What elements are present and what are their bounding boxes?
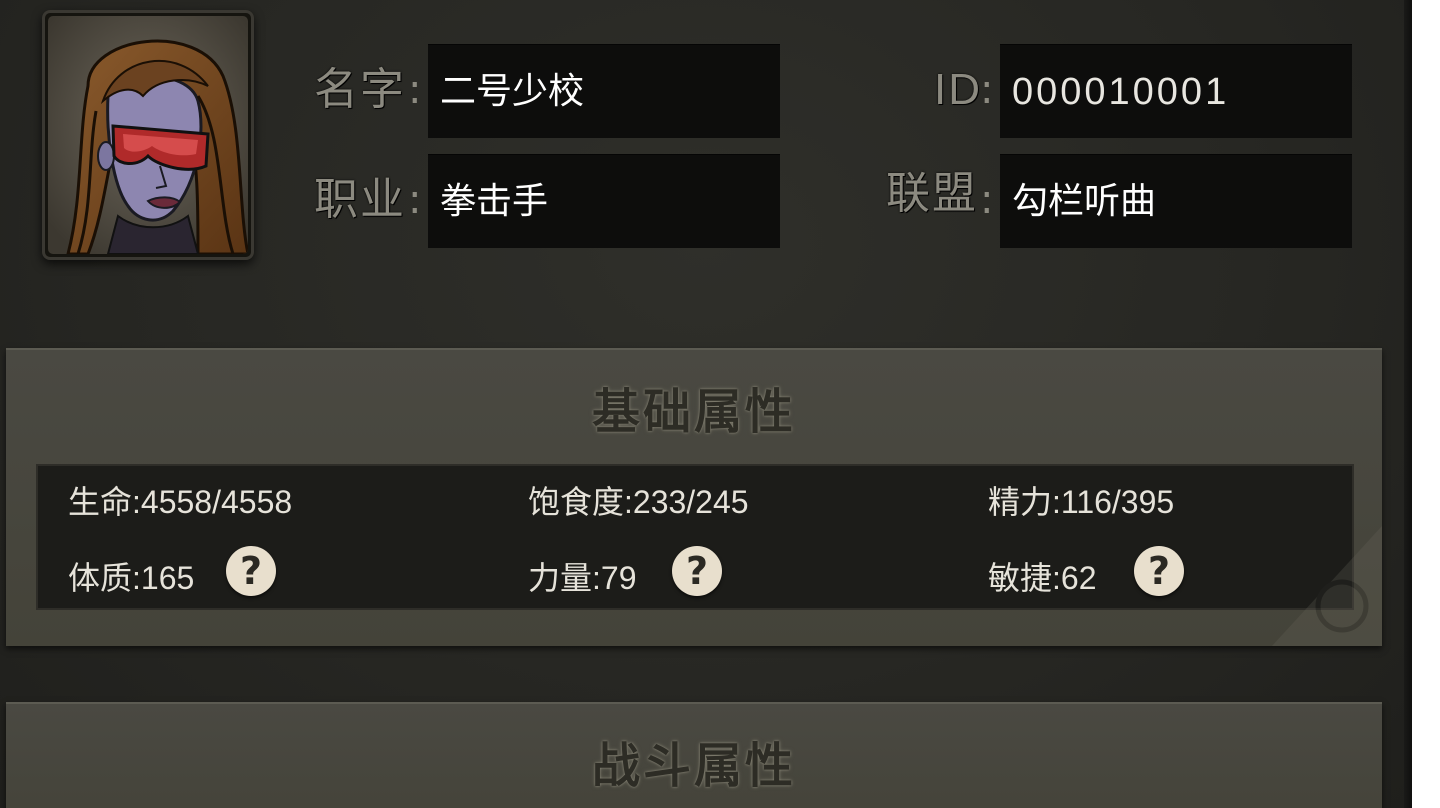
avatar xyxy=(42,10,254,260)
class-label: 职业 xyxy=(314,174,406,225)
screen-edge xyxy=(1404,0,1412,808)
id-field: 000010001 xyxy=(1000,44,1352,138)
basic-stats-box: 生命:4558/4558 饱食度:233/245 精力:116/395 体质:1… xyxy=(36,464,1354,610)
combat-attributes-panel: 战斗属性 xyxy=(6,702,1382,808)
stat-satiety: 饱食度:233/245 xyxy=(528,484,749,520)
stat-strength: 力量:79 xyxy=(528,560,637,596)
basic-attributes-title: 基础属性 xyxy=(591,384,796,440)
id-colon: : xyxy=(980,67,994,113)
agility-help-icon[interactable]: ? xyxy=(1134,546,1184,596)
stat-constitution: 体质:165 xyxy=(68,560,195,596)
name-label: 名字 xyxy=(314,64,406,115)
class-field: 拳击手 xyxy=(428,154,780,248)
combat-attributes-title: 战斗属性 xyxy=(591,738,796,794)
basic-attributes-panel: 基础属性 生命:4558/4558 饱食度:233/245 精力:116/395… xyxy=(6,348,1382,646)
name-field: 二号少校 xyxy=(428,44,780,138)
alliance-label: 联盟 xyxy=(886,168,978,219)
stat-energy: 精力:116/395 xyxy=(988,484,1175,520)
alliance-colon: : xyxy=(980,177,994,223)
id-label: ID xyxy=(934,65,982,114)
character-info-screen: 名字 : 二号少校 ID : 000010001 职业 : 拳击手 联盟 : 勾… xyxy=(0,0,1410,808)
corner-decoration-icon xyxy=(1272,526,1382,646)
constitution-help-icon[interactable]: ? xyxy=(226,546,276,596)
stat-life: 生命:4558/4558 xyxy=(68,484,293,520)
strength-help-icon[interactable]: ? xyxy=(672,546,722,596)
class-colon: : xyxy=(408,177,422,223)
name-colon: : xyxy=(408,67,422,113)
stat-agility: 敏捷:62 xyxy=(988,560,1097,596)
character-portrait-icon xyxy=(48,16,248,254)
alliance-field: 勾栏听曲 xyxy=(1000,154,1352,248)
